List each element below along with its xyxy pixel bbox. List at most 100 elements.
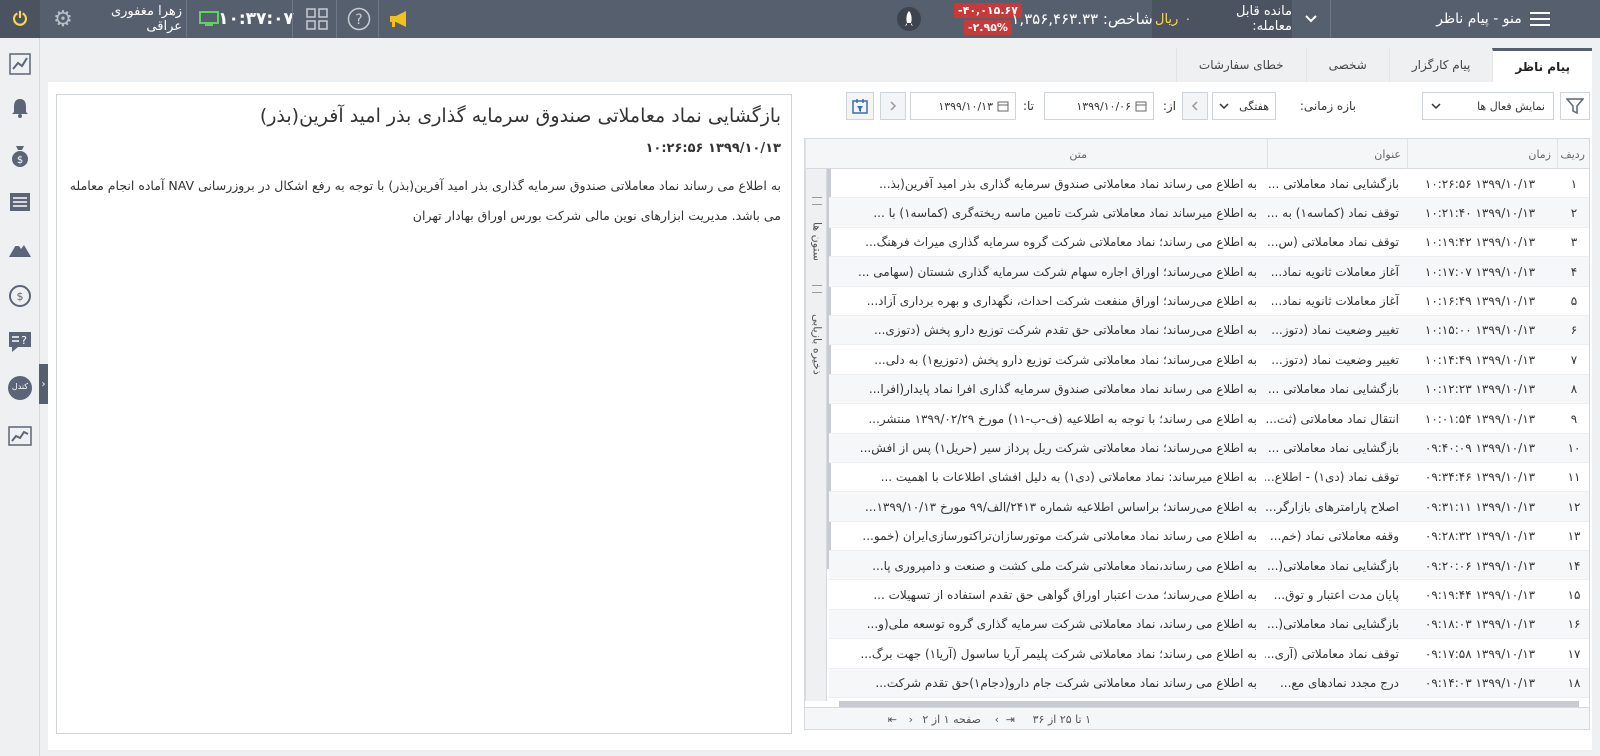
chevron-down-icon: [1219, 103, 1229, 110]
table-row[interactable]: ۱۵ ۱۳۹۹/۱۰/۱۳ ۰۹:۱۹:۴۴ پایان مدت اعتبار و …: [829, 580, 1589, 610]
row-time: ۱۳۹۹/۱۰/۱۳ ۰۹:۲۸:۳۲: [1424, 529, 1536, 544]
help-icon[interactable]: ?: [344, 0, 374, 38]
date-from-input[interactable]: ۱۳۹۹/۱۰/۰۶: [1044, 92, 1154, 120]
table-row[interactable]: ۱۶ ۱۳۹۹/۱۰/۱۳ ۰۹:۱۸:۰۳ بازگشایی نماد معامل…: [829, 609, 1589, 640]
bell-icon[interactable]: [6, 94, 34, 122]
index-value: ۱,۳۵۶,۴۶۳.۳۳: [1011, 10, 1099, 28]
tab-broker-messages[interactable]: پیام کارگزار: [1388, 48, 1493, 82]
calendar-icon: [997, 101, 1009, 112]
save-restore-tab[interactable]: ذخیره بازیابی: [806, 299, 828, 389]
main-menu-button[interactable]: منو - پیام ناظر: [1400, 0, 1600, 38]
candle-label: کندل: [11, 382, 29, 391]
chevron-right-icon: [890, 101, 897, 111]
tab-supervisor-messages[interactable]: پیام ناظر: [1492, 48, 1592, 82]
chevron-down-icon: [1431, 103, 1441, 110]
hamburger-icon: [1529, 12, 1550, 26]
table-row[interactable]: ۵ ۱۳۹۹/۱۰/۱۳ ۱۰:۱۶:۴۹ آغاز معاملات ثانویه …: [829, 287, 1589, 316]
layout-grid-icon[interactable]: [302, 0, 332, 38]
table-row[interactable]: ۱ ۱۳۹۹/۱۰/۱۳ ۱۰:۲۶:۵۶ بازگشایی نماد معاملا…: [829, 169, 1589, 199]
chevron-left-icon: [1191, 101, 1198, 111]
megaphone-icon[interactable]: [384, 0, 414, 38]
table-row[interactable]: ۶ ۱۳۹۹/۱۰/۱۳ ۱۰:۱۵:۰۰ تغییر وضعیت نماد (دت…: [829, 315, 1589, 346]
rocket-icon[interactable]: [894, 0, 924, 38]
row-time: ۱۳۹۹/۱۰/۱۳ ۰۹:۱۹:۴۴: [1424, 587, 1536, 602]
mountain-icon[interactable]: [6, 234, 34, 262]
row-text: به اطلاع می رساند؛ با توجه به اطلاعیه (ف…: [868, 411, 1257, 426]
header-title[interactable]: عنوان: [1267, 139, 1407, 169]
candle-icon[interactable]: کندل: [6, 374, 34, 402]
calendar-filter-icon: [852, 99, 868, 114]
range-label: بازه زمانی:: [1299, 99, 1356, 113]
first-page-icon[interactable]: ⇥: [1006, 708, 1015, 729]
row-rank: ۱۴: [1567, 558, 1581, 573]
period-select[interactable]: هفتگی: [1212, 92, 1276, 120]
username[interactable]: زهرا مغفوری عراقی: [82, 0, 182, 38]
row-text: به اطلاع می‌رساند؛ نماد معاملاتی شرکت تو…: [874, 352, 1257, 367]
row-title: بازگشایی نماد معاملاتی ...: [1267, 382, 1399, 397]
money-bag-icon[interactable]: $: [6, 142, 34, 170]
table-row[interactable]: ۳ ۱۳۹۹/۱۰/۱۳ ۱۰:۱۹:۴۲ توقف نماد معاملاتی (…: [829, 228, 1589, 258]
filter-bar: نمایش فعال ها بازه زمانی: هفتگی از: ۱۳۹۹…: [804, 92, 1590, 124]
row-rank: ۴: [1570, 264, 1578, 279]
messages-grid: ردیف زمان عنوان متن ستون ها ذخیره بازیاب…: [804, 138, 1590, 730]
table-row[interactable]: ۱۲ ۱۳۹۹/۱۰/۱۳ ۰۹:۳۱:۱۱ اصلاح پارامترهای با…: [829, 492, 1589, 522]
row-time: ۱۳۹۹/۱۰/۱۳ ۰۹:۳۱:۱۱: [1424, 499, 1536, 514]
row-title: توقف نماد (دی۱) - اطلاع...: [1265, 470, 1399, 485]
table-row[interactable]: ۱۱ ۱۳۹۹/۱۰/۱۳ ۰۹:۳۴:۴۶ توقف نماد (دی۱) - ا…: [829, 463, 1589, 493]
previous-period-button[interactable]: [1182, 92, 1208, 120]
row-time: ۱۳۹۹/۱۰/۱۳ ۰۹:۴۰:۰۹: [1424, 441, 1536, 456]
row-text: به اطلاع می‌رساند؛ نماد معاملاتی حق تقدم…: [873, 323, 1257, 338]
grid-header: ردیف زمان عنوان متن: [805, 139, 1589, 169]
balance-value: ۰: [1184, 11, 1192, 27]
header-time[interactable]: زمان: [1407, 139, 1557, 169]
apply-date-button[interactable]: [846, 92, 874, 120]
table-row[interactable]: ۱۷ ۱۳۹۹/۱۰/۱۳ ۰۹:۱۷:۵۸ توقف نماد معاملاتی …: [829, 639, 1589, 669]
date-to-input[interactable]: ۱۳۹۹/۱۰/۱۳: [910, 92, 1016, 120]
table-row[interactable]: ۱۸ ۱۳۹۹/۱۰/۱۳ ۰۹:۱۴:۰۳ درج مجدد نمادهای مع…: [829, 668, 1589, 699]
tab-order-errors[interactable]: خطای سفارشات: [1175, 48, 1306, 82]
chart-line-icon[interactable]: [6, 50, 34, 78]
row-time: ۱۳۹۹/۱۰/۱۳ ۱۰:۲۱:۴۰: [1424, 205, 1536, 220]
table-row[interactable]: ۴ ۱۳۹۹/۱۰/۱۳ ۱۰:۱۷:۰۷ آغاز معاملات ثانویه …: [829, 257, 1589, 287]
power-icon[interactable]: ⏻: [0, 0, 40, 38]
row-title: بازگشایی نماد معاملاتی(...: [1266, 617, 1399, 632]
svg-text:?: ?: [355, 12, 362, 28]
table-row[interactable]: ۸ ۱۳۹۹/۱۰/۱۳ ۱۰:۱۲:۲۳ بازگشایی نماد معاملا…: [829, 374, 1589, 405]
page-label: صفحه ۱ از ۲: [922, 712, 981, 726]
columns-tab[interactable]: ستون ها: [806, 211, 828, 271]
date-to-value: ۱۳۹۹/۱۰/۱۳: [938, 99, 993, 113]
divider: [292, 0, 293, 38]
header-text[interactable]: متن: [805, 139, 1267, 169]
balance-unit: ریال: [1155, 11, 1179, 27]
currency-exchange-icon[interactable]: $: [6, 282, 34, 310]
next-page-icon[interactable]: ‹: [909, 708, 913, 729]
clock: ۱۰:۳۷:۰۷: [218, 9, 294, 29]
row-title: تغییر وضعیت نماد (دتوز...: [1271, 323, 1399, 338]
list-icon[interactable]: [6, 188, 34, 216]
table-row[interactable]: ۱۴ ۱۳۹۹/۱۰/۱۳ ۰۹:۲۰:۰۶ بازگشایی نماد معامل…: [829, 551, 1589, 581]
chevron-down-icon[interactable]: [1296, 0, 1326, 38]
sidebar-expand-handle[interactable]: ›: [39, 364, 48, 404]
table-row[interactable]: ۱۳ ۱۳۹۹/۱۰/۱۳ ۰۹:۲۸:۳۲ وقفه معاملاتی نماد …: [829, 522, 1589, 552]
row-time: ۱۳۹۹/۱۰/۱۳ ۰۹:۱۴:۰۳: [1424, 676, 1536, 691]
table-row[interactable]: ۱۰ ۱۳۹۹/۱۰/۱۳ ۰۹:۴۰:۰۹ بازگشایی نماد معامل…: [829, 433, 1589, 463]
index: شاخص: ۱,۳۵۶,۴۶۳.۳۳: [1011, 0, 1152, 38]
question-chat-icon[interactable]: ?: [6, 328, 34, 356]
table-row[interactable]: ۷ ۱۳۹۹/۱۰/۱۳ ۱۰:۱۴:۴۹ تغییر وضعیت نماد (دت…: [829, 345, 1589, 375]
tab-personal[interactable]: شخصی: [1305, 48, 1389, 82]
last-page-icon[interactable]: ⇤: [888, 708, 897, 729]
settings-gears-icon[interactable]: ⚙: [46, 0, 80, 38]
next-period-button[interactable]: [880, 92, 906, 120]
row-title: پایان مدت اعتبار و توق...: [1273, 587, 1399, 602]
previous-page-icon[interactable]: ›: [995, 708, 999, 729]
row-rank: ۱۱: [1567, 470, 1581, 485]
header-rank[interactable]: ردیف: [1557, 139, 1589, 169]
active-filter-select[interactable]: نمایش فعال ها: [1422, 92, 1554, 120]
filter-button[interactable]: [1560, 92, 1590, 120]
row-text: به اطلاع می‌رساند؛ براساس اطلاعیه شماره …: [865, 499, 1257, 514]
row-title: بازگشایی نماد معاملاتی(...: [1266, 558, 1399, 573]
table-row[interactable]: ۹ ۱۳۹۹/۱۰/۱۳ ۱۰:۰۱:۵۴ انتقال نماد معاملاتی…: [829, 404, 1589, 434]
row-title: آغاز معاملات ثانویه نماد...: [1270, 294, 1399, 309]
market-chart-icon[interactable]: [6, 422, 34, 450]
table-row[interactable]: ۲ ۱۳۹۹/۱۰/۱۳ ۱۰:۲۱:۴۰ توقف نماد (کماسه۱) ب…: [829, 198, 1589, 228]
